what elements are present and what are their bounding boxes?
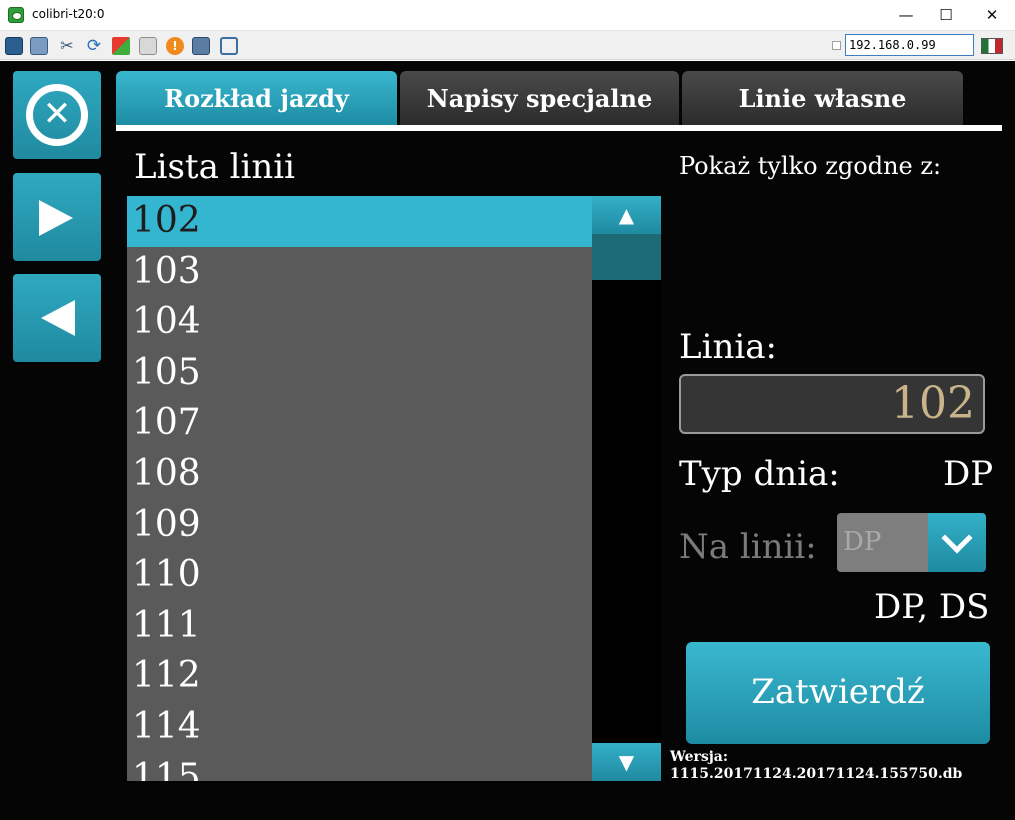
version-value: 1115.20171124.20171124.155750.db [670,766,963,782]
chevron-down-icon [941,522,973,554]
triangle-up-icon: ▲ [618,203,635,227]
windows-icon[interactable] [112,37,130,55]
version-label: Wersja: [670,749,729,765]
list-item[interactable]: 109 [127,500,592,551]
window-title: colibri-t20:0 [32,7,105,21]
list-item[interactable]: 115 [127,753,592,781]
copy-icon[interactable] [30,37,48,55]
typ-dnia-label: Typ dnia: [679,454,840,494]
close-window-button[interactable]: ✕ [969,0,1015,31]
list-scrollbar[interactable]: ▲ ▼ [592,196,661,781]
previous-button[interactable] [13,274,101,362]
list-item[interactable]: 103 [127,247,592,298]
tab-underline [116,125,1002,131]
list-title: Lista linii [134,147,296,187]
scroll-up-button[interactable]: ▲ [592,196,661,234]
maximize-button[interactable]: ☐ [923,0,969,31]
list-item[interactable]: 114 [127,702,592,753]
line-list[interactable]: 102 103 104 105 107 108 109 110 111 112 … [127,196,592,781]
disconnect-icon[interactable] [192,37,210,55]
alert-icon[interactable]: ! [166,37,184,55]
list-item-selected[interactable]: 102 [127,196,592,247]
tab-linie-wlasne[interactable]: Linie własne [682,71,963,126]
typ-dnia-value: DP [943,454,994,494]
scroll-down-button[interactable]: ▼ [592,743,661,781]
filter-heading: Pokaż tylko zgodne z: [679,152,942,180]
na-linii-dropdown-button[interactable] [928,513,986,572]
linia-input[interactable]: 102 [679,374,985,434]
list-item[interactable]: 104 [127,297,592,348]
window-titlebar: colibri-t20:0 — ☐ ✕ [0,0,1015,31]
tools-icon[interactable]: ✂ [58,37,76,55]
fullscreen-icon[interactable] [220,37,238,55]
app-screen: ✕ Rozkład jazdy Napisy specjalne Linie w… [0,61,1015,820]
list-item[interactable]: 108 [127,449,592,500]
tab-rozklad-jazdy[interactable]: Rozkład jazdy [116,71,397,126]
refresh-icon[interactable]: ⟳ [85,37,103,55]
tab-napisy-specjalne[interactable]: Napisy specjalne [400,71,679,126]
play-right-icon [39,200,73,236]
play-left-icon [41,300,75,336]
keyboard-icon[interactable] [139,37,157,55]
ip-checkbox[interactable] [832,41,841,50]
na-linii-select[interactable]: DP [837,513,928,572]
list-item[interactable]: 105 [127,348,592,399]
scroll-thumb[interactable] [592,234,661,280]
close-button[interactable]: ✕ [13,71,101,159]
app-logo-icon [8,7,24,23]
confirm-button[interactable]: Zatwierdź [686,642,990,744]
triangle-down-icon: ▼ [618,750,635,774]
close-icon: ✕ [26,84,88,146]
list-item[interactable]: 110 [127,550,592,601]
list-item[interactable]: 107 [127,398,592,449]
list-item[interactable]: 112 [127,651,592,702]
ip-address-input[interactable]: 192.168.0.99 [845,34,974,56]
next-button[interactable] [13,173,101,261]
list-item[interactable]: 111 [127,601,592,652]
flag-icon[interactable] [981,38,1003,54]
linia-label: Linia: [679,327,777,367]
na-linii-label: Na linii: [679,527,817,567]
monitor-icon[interactable] [5,37,23,55]
available-day-types: DP, DS [874,587,990,627]
